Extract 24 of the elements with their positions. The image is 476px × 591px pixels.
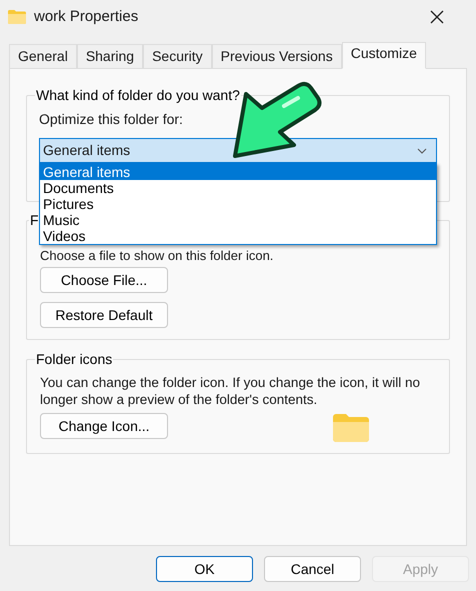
- help-text: You can change the folder icon. If you change the icon, it will no longer show a preview of the folder's contents.: [40, 374, 422, 408]
- field-label: Optimize this folder for:: [39, 110, 184, 128]
- tab[interactable]: Previous Versions: [212, 44, 342, 68]
- change-icon-button[interactable]: Change Icon...: [40, 413, 168, 439]
- folder-type-dropdown[interactable]: General items: [39, 138, 437, 163]
- tab[interactable]: General: [9, 44, 77, 68]
- action-button[interactable]: Restore Default: [40, 302, 168, 328]
- folder-icon: [333, 414, 369, 442]
- dropdown-option[interactable]: General items: [40, 164, 436, 180]
- action-button[interactable]: Choose File...: [40, 267, 168, 293]
- tab[interactable]: Customize: [342, 42, 426, 69]
- window-title: work Properties: [34, 6, 138, 27]
- dropdown-option[interactable]: Videos: [40, 228, 436, 244]
- dropdown-option[interactable]: Music: [40, 212, 436, 228]
- close-icon[interactable]: [430, 10, 444, 24]
- dialog-button[interactable]: Cancel: [264, 556, 361, 582]
- dropdown-option[interactable]: Documents: [40, 180, 436, 196]
- folder-icon: [8, 10, 26, 24]
- tab[interactable]: Security: [143, 44, 212, 68]
- dropdown-option[interactable]: Pictures: [40, 196, 436, 212]
- help-text: Choose a file to show on this folder icon.: [40, 248, 274, 264]
- chevron-down-icon: [417, 148, 427, 154]
- dialog-button[interactable]: OK: [156, 556, 253, 582]
- tab[interactable]: Sharing: [76, 44, 144, 68]
